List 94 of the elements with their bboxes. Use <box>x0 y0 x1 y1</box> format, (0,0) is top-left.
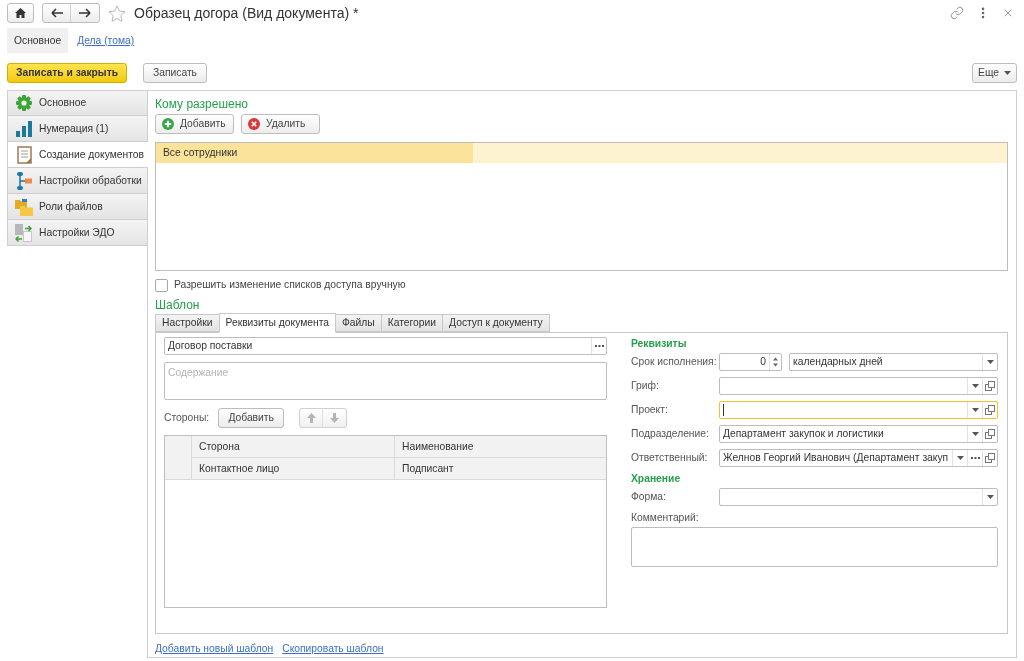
group-heading: Реквизиты <box>631 338 687 350</box>
select-field[interactable]: Желнов Георгий Иванович (Департамент закуп <box>719 449 998 467</box>
dropdown-button[interactable] <box>982 354 997 370</box>
folders-icon <box>15 197 33 216</box>
column-header: Сторона <box>192 436 395 458</box>
empty-column-header <box>165 436 192 480</box>
dropdown-button[interactable] <box>952 450 967 466</box>
add-button[interactable]: Добавить <box>218 408 285 428</box>
select-field[interactable] <box>719 377 998 395</box>
home-icon <box>15 8 26 18</box>
field-label: Подразделение: <box>631 427 710 442</box>
link-icon[interactable] <box>950 6 964 20</box>
window-title: Образец догора (Вид документа) * <box>134 3 359 23</box>
section-heading: Кому разрешено <box>155 97 249 111</box>
dropdown-button[interactable] <box>982 489 997 505</box>
tab[interactable]: Настройки <box>155 314 220 332</box>
dropdown-button[interactable] <box>967 378 982 394</box>
link[interactable]: Добавить новый шаблон <box>155 641 274 657</box>
field-label: Комментарий: <box>631 512 699 524</box>
document-kind-field[interactable]: Договор поставки <box>164 337 607 355</box>
delete-icon <box>248 118 260 130</box>
field-label: Срок исполнения: <box>631 355 718 370</box>
caret-icon <box>971 408 979 412</box>
document-icon <box>16 145 32 164</box>
tab[interactable]: Доступ к документу <box>442 314 550 332</box>
save-close-button[interactable]: Записать и закрыть <box>7 63 127 83</box>
ascending-bars-icon <box>15 120 33 137</box>
open-icon <box>985 429 995 439</box>
arrow-left-icon <box>50 8 63 18</box>
sidebar-item[interactable]: Создание документов <box>7 142 148 168</box>
close-icon[interactable] <box>1002 7 1014 19</box>
list-cell: Все сотрудники <box>156 143 473 163</box>
checkbox-label: Разрешить изменение списков доступа вручную <box>174 278 406 293</box>
select-field[interactable] <box>719 401 998 419</box>
up-down-icon <box>773 357 778 367</box>
list-row[interactable]: Все сотрудники <box>156 143 1007 163</box>
column-header: Подписант <box>395 458 606 480</box>
add-button[interactable]: Добавить <box>155 114 234 134</box>
open-icon <box>985 453 995 463</box>
spin-button[interactable] <box>769 354 781 370</box>
flowchart-icon <box>15 171 33 190</box>
open-icon <box>985 381 995 391</box>
parties-label: Стороны: <box>164 411 210 426</box>
sidebar-item[interactable]: Основное <box>7 90 148 116</box>
comment-field[interactable] <box>631 527 998 567</box>
star-icon[interactable] <box>108 4 126 22</box>
plus-icon <box>162 118 174 130</box>
group-heading: Хранение <box>631 473 681 485</box>
tab[interactable]: Файлы <box>335 314 382 332</box>
section-heading: Шаблон <box>155 297 200 313</box>
number-field[interactable]: 0 <box>719 353 782 371</box>
gear-icon <box>15 94 33 112</box>
dropdown-button[interactable] <box>967 426 982 442</box>
open-button[interactable] <box>982 426 997 442</box>
open-button[interactable] <box>982 378 997 394</box>
document-arrows-icon <box>15 223 33 242</box>
caret-icon <box>986 360 994 364</box>
field-label: Проект: <box>631 403 669 418</box>
field-label: Форма: <box>631 490 667 505</box>
text-cursor <box>723 404 724 416</box>
caret-icon <box>971 384 979 388</box>
section-tab[interactable]: Дела (тома) <box>70 28 142 53</box>
column-header: Контактное лицо <box>192 458 395 480</box>
link[interactable]: Скопировать шаблон <box>282 641 384 657</box>
sidebar-item[interactable]: Роли файлов <box>7 194 148 220</box>
field-label: Ответственный: <box>631 451 709 466</box>
select-field[interactable] <box>719 488 998 506</box>
choose-button[interactable] <box>967 450 982 466</box>
choose-button[interactable] <box>591 338 606 354</box>
caret-icon <box>1003 71 1011 75</box>
save-button[interactable]: Записать <box>143 63 207 83</box>
home-button[interactable] <box>7 3 34 23</box>
sidebar-item[interactable]: Настройки ЭДО <box>7 220 148 246</box>
select-field[interactable]: Департамент закупок и логистики <box>719 425 998 443</box>
sidebar-item[interactable]: Настройки обработки <box>7 168 148 194</box>
tab[interactable]: Реквизиты документа <box>218 313 337 333</box>
content-field[interactable]: Содержание <box>164 362 607 400</box>
field-label: Гриф: <box>631 379 660 394</box>
select-field[interactable]: календарных дней <box>789 353 998 371</box>
tab[interactable]: Категории <box>380 314 444 332</box>
checkbox[interactable] <box>155 278 168 292</box>
open-button[interactable] <box>982 402 997 418</box>
more-button[interactable]: Еще <box>972 63 1017 83</box>
caret-icon <box>986 495 994 499</box>
dropdown-button[interactable] <box>967 402 982 418</box>
caret-icon <box>971 432 979 436</box>
open-icon <box>985 405 995 415</box>
delete-button[interactable]: Удалить <box>241 114 320 134</box>
open-button[interactable] <box>982 450 997 466</box>
caret-icon <box>956 456 964 460</box>
section-tab[interactable]: Основное <box>7 28 69 53</box>
arrow-right-icon <box>79 8 91 18</box>
sidebar-item[interactable]: Нумерация (1) <box>7 116 148 142</box>
column-header: Наименование <box>395 436 606 458</box>
